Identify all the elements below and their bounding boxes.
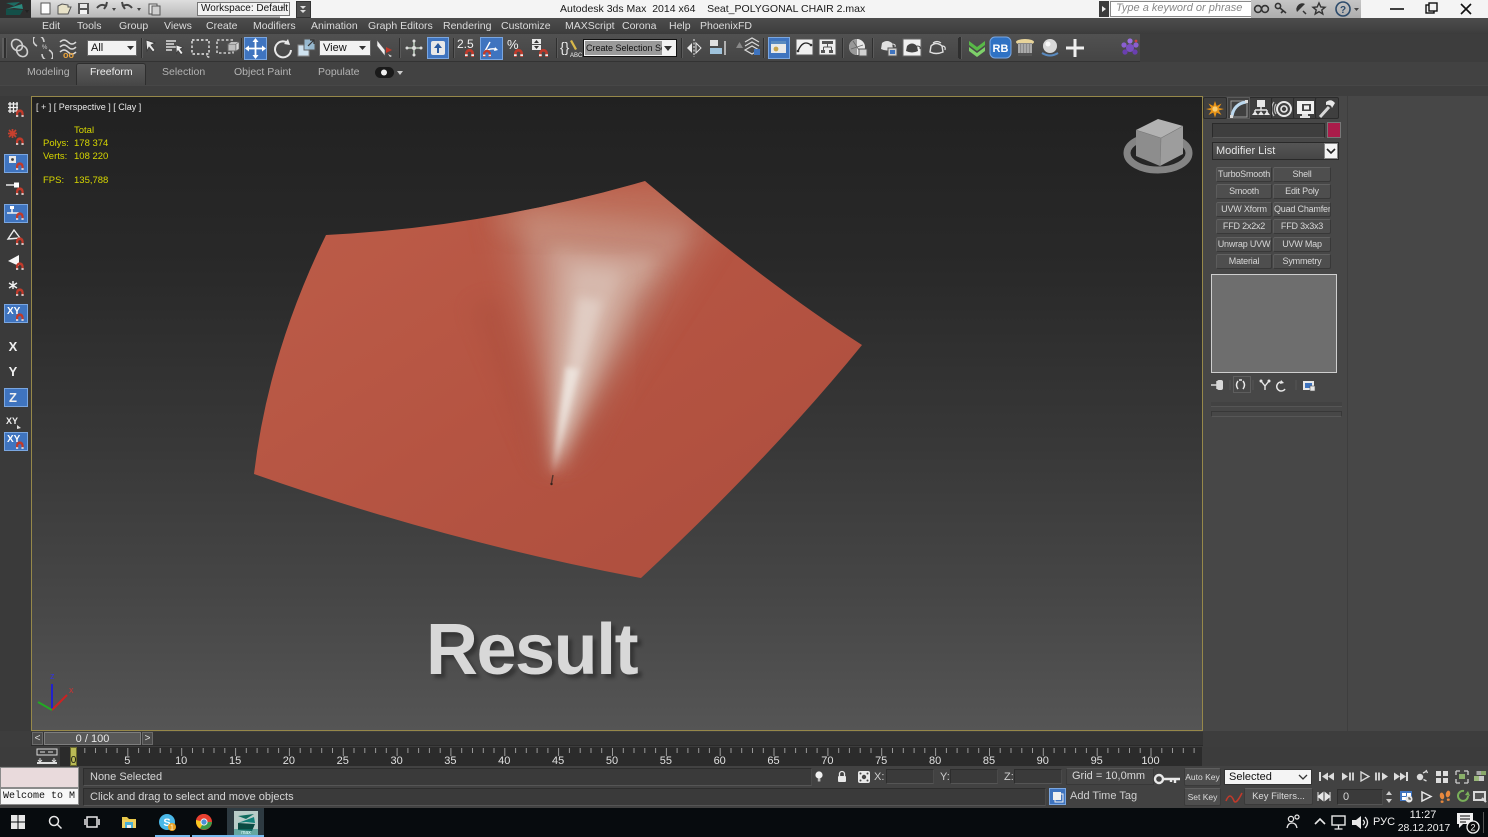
svg-text:z: z xyxy=(50,671,55,681)
svg-text:{}: {} xyxy=(560,39,570,55)
svg-text:50: 50 xyxy=(606,755,618,766)
svg-text:oo: oo xyxy=(63,50,74,59)
svg-text:30: 30 xyxy=(390,755,402,766)
svg-text:XY: XY xyxy=(6,416,18,426)
svg-text:75: 75 xyxy=(875,755,887,766)
svg-text:60: 60 xyxy=(714,755,726,766)
svg-text:95: 95 xyxy=(1091,755,1103,766)
svg-text:80: 80 xyxy=(929,755,941,766)
svg-text:%: % xyxy=(42,45,48,51)
svg-text:1: 1 xyxy=(170,825,174,832)
svg-text:Y: Y xyxy=(9,364,18,379)
svg-text:x: x xyxy=(69,685,74,695)
svg-text:55: 55 xyxy=(660,755,672,766)
svg-text:85: 85 xyxy=(983,755,995,766)
svg-text:25: 25 xyxy=(337,755,349,766)
svg-text:20: 20 xyxy=(283,755,295,766)
svg-text:45: 45 xyxy=(552,755,564,766)
svg-text:?: ? xyxy=(1340,5,1346,16)
svg-text:Z: Z xyxy=(9,390,17,405)
svg-text:65: 65 xyxy=(767,755,779,766)
svg-text:5: 5 xyxy=(124,755,130,766)
svg-text:90: 90 xyxy=(1037,755,1049,766)
svg-text:35: 35 xyxy=(444,755,456,766)
svg-text:10: 10 xyxy=(175,755,187,766)
svg-text:ABC: ABC xyxy=(570,53,582,59)
svg-text:RB: RB xyxy=(993,43,1009,55)
svg-text:40: 40 xyxy=(498,755,510,766)
svg-text:2.5: 2.5 xyxy=(457,37,474,51)
svg-text:100: 100 xyxy=(1141,755,1159,766)
svg-text:70: 70 xyxy=(821,755,833,766)
svg-text:X: X xyxy=(9,339,18,354)
svg-text:15: 15 xyxy=(229,755,241,766)
svg-text:2: 2 xyxy=(1470,823,1475,833)
